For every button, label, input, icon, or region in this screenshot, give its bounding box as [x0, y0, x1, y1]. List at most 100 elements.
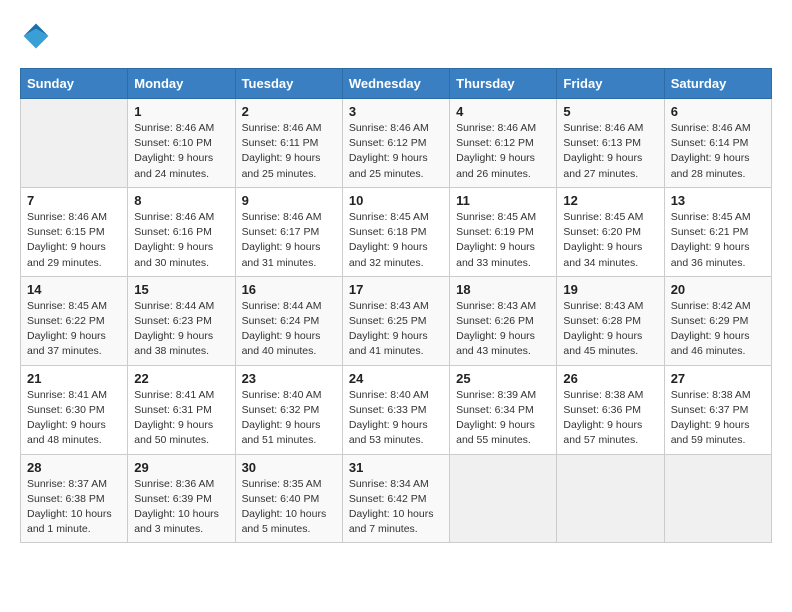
day-number: 21 — [27, 371, 121, 386]
calendar-cell: 21 Sunrise: 8:41 AMSunset: 6:30 PMDayligh… — [21, 365, 128, 454]
day-number: 24 — [349, 371, 443, 386]
day-number: 23 — [242, 371, 336, 386]
calendar-cell: 11 Sunrise: 8:45 AMSunset: 6:19 PMDayligh… — [450, 187, 557, 276]
calendar-cell: 19 Sunrise: 8:43 AMSunset: 6:28 PMDayligh… — [557, 276, 664, 365]
day-of-week-header: Wednesday — [342, 69, 449, 99]
day-number: 13 — [671, 193, 765, 208]
day-info: Sunrise: 8:46 AMSunset: 6:10 PMDaylight:… — [134, 121, 228, 182]
day-number: 20 — [671, 282, 765, 297]
day-info: Sunrise: 8:41 AMSunset: 6:31 PMDaylight:… — [134, 388, 228, 449]
day-info: Sunrise: 8:37 AMSunset: 6:38 PMDaylight:… — [27, 477, 121, 538]
day-number: 18 — [456, 282, 550, 297]
day-info: Sunrise: 8:46 AMSunset: 6:13 PMDaylight:… — [563, 121, 657, 182]
calendar-cell: 7 Sunrise: 8:46 AMSunset: 6:15 PMDaylight… — [21, 187, 128, 276]
calendar-cell: 4Sunrise: 8:46 AMSunset: 6:12 PMDaylight… — [450, 99, 557, 188]
calendar-cell: 10 Sunrise: 8:45 AMSunset: 6:18 PMDayligh… — [342, 187, 449, 276]
day-number: 7 — [27, 193, 121, 208]
day-number: 19 — [563, 282, 657, 297]
calendar-cell: 6 Sunrise: 8:46 AMSunset: 6:14 PMDaylight… — [664, 99, 771, 188]
calendar-cell: 20Sunrise: 8:42 AMSunset: 6:29 PMDayligh… — [664, 276, 771, 365]
calendar-cell: 18 Sunrise: 8:43 AMSunset: 6:26 PMDayligh… — [450, 276, 557, 365]
day-info: Sunrise: 8:46 AMSunset: 6:14 PMDaylight:… — [671, 121, 765, 182]
logo-icon — [20, 20, 52, 52]
day-number: 1 — [134, 104, 228, 119]
day-number: 12 — [563, 193, 657, 208]
day-of-week-header: Friday — [557, 69, 664, 99]
calendar-cell: 3Sunrise: 8:46 AMSunset: 6:12 PMDaylight… — [342, 99, 449, 188]
calendar-week-row: 7 Sunrise: 8:46 AMSunset: 6:15 PMDaylight… — [21, 187, 772, 276]
calendar-cell: 29Sunrise: 8:36 AMSunset: 6:39 PMDayligh… — [128, 454, 235, 543]
calendar-cell: 26 Sunrise: 8:38 AMSunset: 6:36 PMDayligh… — [557, 365, 664, 454]
day-info: Sunrise: 8:41 AMSunset: 6:30 PMDaylight:… — [27, 388, 121, 449]
day-info: Sunrise: 8:45 AMSunset: 6:18 PMDaylight:… — [349, 210, 443, 271]
day-info: Sunrise: 8:35 AMSunset: 6:40 PMDaylight:… — [242, 477, 336, 538]
calendar-cell: 27Sunrise: 8:38 AMSunset: 6:37 PMDayligh… — [664, 365, 771, 454]
day-info: Sunrise: 8:46 AMSunset: 6:11 PMDaylight:… — [242, 121, 336, 182]
day-number: 6 — [671, 104, 765, 119]
day-of-week-header: Monday — [128, 69, 235, 99]
day-info: Sunrise: 8:40 AMSunset: 6:32 PMDaylight:… — [242, 388, 336, 449]
day-info: Sunrise: 8:43 AMSunset: 6:25 PMDaylight:… — [349, 299, 443, 360]
day-info: Sunrise: 8:46 AMSunset: 6:15 PMDaylight:… — [27, 210, 121, 271]
day-number: 11 — [456, 193, 550, 208]
calendar-week-row: 21 Sunrise: 8:41 AMSunset: 6:30 PMDayligh… — [21, 365, 772, 454]
calendar-cell: 15 Sunrise: 8:44 AMSunset: 6:23 PMDayligh… — [128, 276, 235, 365]
calendar-cell: 1 Sunrise: 8:46 AMSunset: 6:10 PMDaylight… — [128, 99, 235, 188]
calendar-cell — [21, 99, 128, 188]
day-number: 30 — [242, 460, 336, 475]
day-number: 10 — [349, 193, 443, 208]
day-info: Sunrise: 8:44 AMSunset: 6:24 PMDaylight:… — [242, 299, 336, 360]
day-number: 22 — [134, 371, 228, 386]
calendar-week-row: 28 Sunrise: 8:37 AMSunset: 6:38 PMDayligh… — [21, 454, 772, 543]
day-number: 17 — [349, 282, 443, 297]
day-info: Sunrise: 8:43 AMSunset: 6:28 PMDaylight:… — [563, 299, 657, 360]
day-number: 3 — [349, 104, 443, 119]
calendar-cell: 8Sunrise: 8:46 AMSunset: 6:16 PMDaylight… — [128, 187, 235, 276]
day-number: 25 — [456, 371, 550, 386]
calendar-cell: 25 Sunrise: 8:39 AMSunset: 6:34 PMDayligh… — [450, 365, 557, 454]
calendar-cell: 2 Sunrise: 8:46 AMSunset: 6:11 PMDaylight… — [235, 99, 342, 188]
day-info: Sunrise: 8:36 AMSunset: 6:39 PMDaylight:… — [134, 477, 228, 538]
calendar-cell: 28 Sunrise: 8:37 AMSunset: 6:38 PMDayligh… — [21, 454, 128, 543]
day-info: Sunrise: 8:34 AMSunset: 6:42 PMDaylight:… — [349, 477, 443, 538]
logo — [20, 20, 56, 52]
day-number: 15 — [134, 282, 228, 297]
day-info: Sunrise: 8:38 AMSunset: 6:36 PMDaylight:… — [563, 388, 657, 449]
day-info: Sunrise: 8:39 AMSunset: 6:34 PMDaylight:… — [456, 388, 550, 449]
day-info: Sunrise: 8:45 AMSunset: 6:21 PMDaylight:… — [671, 210, 765, 271]
day-info: Sunrise: 8:45 AMSunset: 6:19 PMDaylight:… — [456, 210, 550, 271]
calendar-cell: 22 Sunrise: 8:41 AMSunset: 6:31 PMDayligh… — [128, 365, 235, 454]
day-info: Sunrise: 8:43 AMSunset: 6:26 PMDaylight:… — [456, 299, 550, 360]
day-of-week-header: Saturday — [664, 69, 771, 99]
day-info: Sunrise: 8:45 AMSunset: 6:20 PMDaylight:… — [563, 210, 657, 271]
day-info: Sunrise: 8:38 AMSunset: 6:37 PMDaylight:… — [671, 388, 765, 449]
calendar-week-row: 14Sunrise: 8:45 AMSunset: 6:22 PMDayligh… — [21, 276, 772, 365]
day-number: 2 — [242, 104, 336, 119]
calendar-week-row: 1 Sunrise: 8:46 AMSunset: 6:10 PMDaylight… — [21, 99, 772, 188]
day-info: Sunrise: 8:40 AMSunset: 6:33 PMDaylight:… — [349, 388, 443, 449]
calendar-cell: 14Sunrise: 8:45 AMSunset: 6:22 PMDayligh… — [21, 276, 128, 365]
day-info: Sunrise: 8:44 AMSunset: 6:23 PMDaylight:… — [134, 299, 228, 360]
day-number: 26 — [563, 371, 657, 386]
day-of-week-header: Thursday — [450, 69, 557, 99]
calendar-cell — [557, 454, 664, 543]
calendar-cell: 12 Sunrise: 8:45 AMSunset: 6:20 PMDayligh… — [557, 187, 664, 276]
calendar-cell: 16 Sunrise: 8:44 AMSunset: 6:24 PMDayligh… — [235, 276, 342, 365]
calendar-cell — [450, 454, 557, 543]
calendar-cell: 13 Sunrise: 8:45 AMSunset: 6:21 PMDayligh… — [664, 187, 771, 276]
page-header — [20, 20, 772, 52]
day-number: 9 — [242, 193, 336, 208]
day-of-week-header: Sunday — [21, 69, 128, 99]
day-number: 14 — [27, 282, 121, 297]
day-number: 31 — [349, 460, 443, 475]
day-of-week-header: Tuesday — [235, 69, 342, 99]
day-number: 16 — [242, 282, 336, 297]
calendar-cell: 31 Sunrise: 8:34 AMSunset: 6:42 PMDayligh… — [342, 454, 449, 543]
calendar-table: SundayMondayTuesdayWednesdayThursdayFrid… — [20, 68, 772, 543]
day-number: 28 — [27, 460, 121, 475]
day-number: 4 — [456, 104, 550, 119]
calendar-header-row: SundayMondayTuesdayWednesdayThursdayFrid… — [21, 69, 772, 99]
calendar-cell: 17 Sunrise: 8:43 AMSunset: 6:25 PMDayligh… — [342, 276, 449, 365]
calendar-cell: 30 Sunrise: 8:35 AMSunset: 6:40 PMDayligh… — [235, 454, 342, 543]
day-number: 5 — [563, 104, 657, 119]
